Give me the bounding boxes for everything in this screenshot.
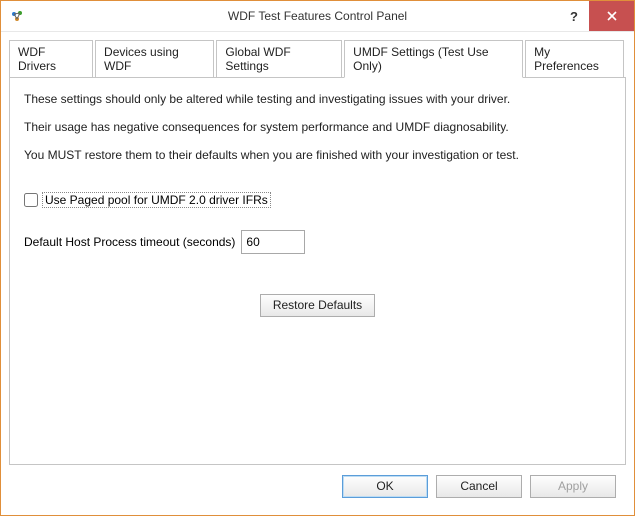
restore-row: Restore Defaults (24, 294, 611, 317)
timeout-label: Default Host Process timeout (seconds) (24, 235, 235, 249)
warning-line-3: You MUST restore them to their defaults … (24, 148, 611, 162)
tab-umdf-settings[interactable]: UMDF Settings (Test Use Only) (344, 40, 523, 78)
timeout-row: Default Host Process timeout (seconds) (24, 230, 611, 254)
tab-global-wdf-settings[interactable]: Global WDF Settings (216, 40, 342, 78)
paged-pool-row: Use Paged pool for UMDF 2.0 driver IFRs (24, 192, 611, 208)
warning-line-1: These settings should only be altered wh… (24, 92, 611, 106)
apply-button[interactable]: Apply (530, 475, 616, 498)
tab-bar: WDF Drivers Devices using WDF Global WDF… (9, 40, 626, 78)
restore-defaults-button[interactable]: Restore Defaults (260, 294, 375, 317)
timeout-input[interactable] (241, 230, 305, 254)
ok-button[interactable]: OK (342, 475, 428, 498)
close-button[interactable] (589, 1, 634, 31)
window-title: WDF Test Features Control Panel (1, 9, 634, 23)
tab-my-preferences[interactable]: My Preferences (525, 40, 624, 78)
dialog-footer: OK Cancel Apply (9, 465, 626, 507)
app-icon (9, 8, 25, 24)
window-frame: WDF Test Features Control Panel ? WDF Dr… (0, 0, 635, 516)
paged-pool-checkbox[interactable] (24, 193, 38, 207)
client-area: WDF Drivers Devices using WDF Global WDF… (1, 32, 634, 515)
cancel-button[interactable]: Cancel (436, 475, 522, 498)
tab-wdf-drivers[interactable]: WDF Drivers (9, 40, 93, 78)
tab-panel-umdf-settings: These settings should only be altered wh… (9, 77, 626, 465)
warning-line-2: Their usage has negative consequences fo… (24, 120, 611, 134)
window-controls: ? (559, 1, 634, 31)
paged-pool-label[interactable]: Use Paged pool for UMDF 2.0 driver IFRs (42, 192, 271, 208)
help-button[interactable]: ? (559, 1, 589, 31)
tab-devices-using-wdf[interactable]: Devices using WDF (95, 40, 214, 78)
titlebar: WDF Test Features Control Panel ? (1, 1, 634, 32)
